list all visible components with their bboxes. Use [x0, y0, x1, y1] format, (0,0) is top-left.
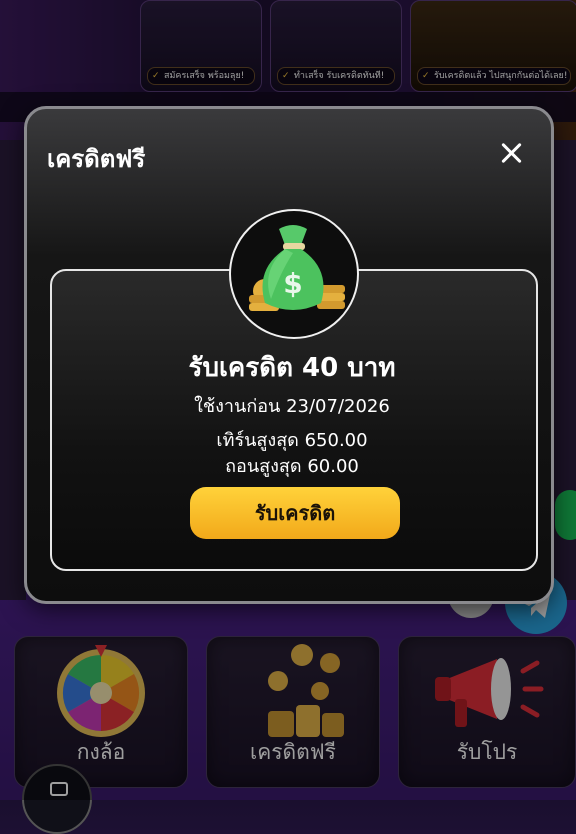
- svg-text:$: $: [283, 267, 302, 300]
- modal-title: เครดิตฟรี: [47, 145, 146, 173]
- claim-credit-button[interactable]: รับเครดิต: [190, 487, 400, 539]
- expire-date-text: ใช้งานก่อน 23/07/2026: [194, 396, 390, 417]
- max-turnover-text: เทิร์นสูงสุด 650.00: [216, 430, 368, 451]
- max-withdraw-text: ถอนสูงสุด 60.00: [225, 456, 359, 477]
- free-credit-modal: เครดิตฟรี $ รับเครดิต 40 บาท ใช้งานก่อน …: [24, 106, 554, 604]
- close-icon[interactable]: [497, 139, 525, 167]
- money-bag-icon: $: [249, 225, 345, 311]
- credit-amount-title: รับเครดิต 40 บาท: [188, 353, 396, 383]
- reward-badge: $: [229, 209, 359, 339]
